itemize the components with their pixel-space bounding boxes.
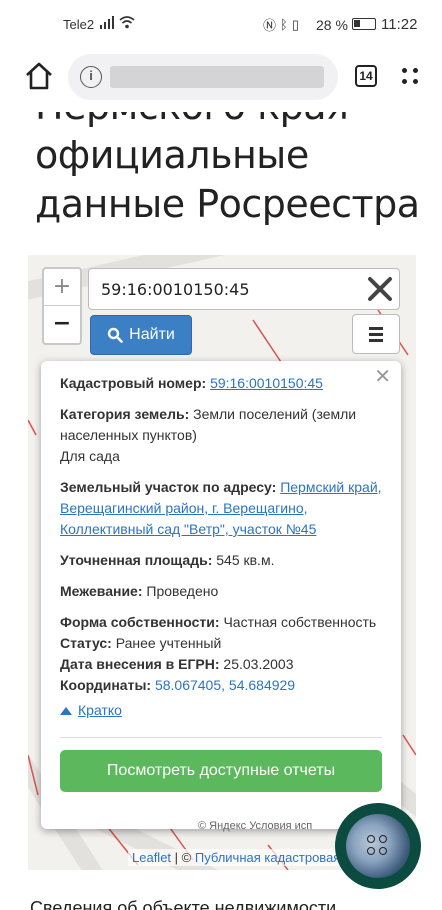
ownership-label: Форма собственности: [60, 614, 220, 630]
status-icons: Ⓝ ᛒ ▯ [263, 15, 299, 34]
address-label: Земельный участок по адресу: [60, 479, 277, 495]
leaflet-link[interactable]: Leaflet [132, 850, 171, 865]
close-icon[interactable]: ✕ [374, 367, 391, 388]
nfc-icon: Ⓝ [263, 18, 277, 33]
heading-line-2: официальные [35, 133, 309, 177]
divider [60, 737, 382, 738]
address-row: Земельный участок по адресу: Пермский кр… [60, 477, 382, 540]
land-purpose: Для сада [60, 448, 120, 464]
egrn-date-label: Дата внесения в ЕГРН: [60, 656, 220, 672]
egrn-date-value: 25.03.2003 [223, 656, 294, 672]
map-attribution: Leaflet | © Публичная кадастровая [128, 849, 345, 866]
zoom-out-button[interactable]: − [44, 306, 80, 343]
search-icon [107, 327, 123, 343]
land-category-label: Категория земель: [60, 406, 190, 422]
area-label: Уточненная площадь: [60, 552, 213, 568]
url-text-redacted [110, 66, 324, 88]
status-value: Ранее учтенный [115, 635, 222, 651]
address-bar[interactable]: i [68, 54, 338, 100]
signal-icon [100, 16, 114, 29]
zoom-in-button[interactable]: + [44, 269, 80, 306]
land-category-row: Категория земель: Земли поселений (земли… [60, 404, 382, 446]
battery-percent: 28 % [316, 17, 348, 33]
ownership-row: Форма собственности: Частная собственнос… [60, 612, 382, 633]
apps-grid-icon [367, 835, 389, 857]
coordinates-link[interactable]: 58.067405, 54.684929 [155, 677, 295, 693]
browser-toolbar: i 14 [0, 46, 442, 112]
battery-icon [352, 18, 376, 30]
cadastral-search-input[interactable]: 59:16:0010150:45 [88, 268, 400, 310]
egrn-date-row: Дата внесения в ЕГРН: 25.03.2003 [60, 654, 382, 675]
cadastral-number-label: Кадастровый номер: [60, 375, 207, 391]
find-button[interactable]: Найти [90, 315, 192, 355]
bluetooth-icon: ᛒ [280, 17, 288, 32]
section-heading-partial: Сведения об объекте недвижимости [30, 898, 337, 910]
public-cadastral-link[interactable]: Публичная кадастровая [195, 850, 341, 865]
status-label: Статус: [60, 635, 112, 651]
coordinates-row: Координаты: 58.067405, 54.684929 [60, 675, 382, 696]
list-menu-button[interactable] [352, 314, 400, 354]
status-bar: Tele2 Ⓝ ᛒ ▯ 28 % 11:22 [0, 0, 442, 46]
brief-toggle[interactable]: Кратко [60, 700, 382, 721]
survey-value: Проведено [146, 583, 219, 599]
cadastral-number-link[interactable]: 59:16:0010150:45 [210, 375, 323, 391]
more-menu-icon[interactable] [400, 66, 420, 86]
area-value: 545 кв.м. [216, 552, 275, 568]
triangle-up-icon [60, 706, 72, 715]
carrier-name: Tele2 [63, 17, 95, 32]
clock: 11:22 [381, 16, 418, 33]
brief-toggle-label: Кратко [78, 702, 122, 718]
assistant-fab[interactable] [335, 803, 421, 889]
coordinates-label: Координаты: [60, 677, 152, 693]
parcel-info-popup: ✕ Кадастровый номер: 59:16:0010150:45 Ка… [41, 361, 401, 829]
yandex-attribution: © Яндекс Условия исп [198, 820, 313, 832]
heading-line-3: данные Росреестра [35, 182, 420, 226]
map-widget[interactable]: + − 59:16:0010150:45 Найти ✕ Кадастровый… [28, 255, 416, 870]
home-icon[interactable] [24, 61, 54, 91]
clear-icon[interactable] [367, 276, 393, 302]
vibrate-icon: ▯ [291, 16, 299, 32]
zoom-control: + − [42, 267, 82, 345]
area-row: Уточненная площадь: 545 кв.м. [60, 550, 382, 571]
cadastral-number-row: Кадастровый номер: 59:16:0010150:45 [60, 373, 382, 394]
find-button-label: Найти [129, 326, 175, 343]
view-reports-button[interactable]: Посмотреть доступные отчеты [60, 750, 382, 792]
status-row: Статус: Ранее учтенный [60, 633, 382, 654]
ownership-value: Частная собственность [223, 614, 377, 630]
attribution-separator: | © [171, 850, 195, 865]
survey-row: Межевание: Проведено [60, 581, 382, 602]
survey-label: Межевание: [60, 583, 143, 599]
wifi-icon [119, 16, 135, 29]
info-icon[interactable]: i [80, 66, 102, 88]
tabs-button[interactable]: 14 [355, 65, 377, 87]
